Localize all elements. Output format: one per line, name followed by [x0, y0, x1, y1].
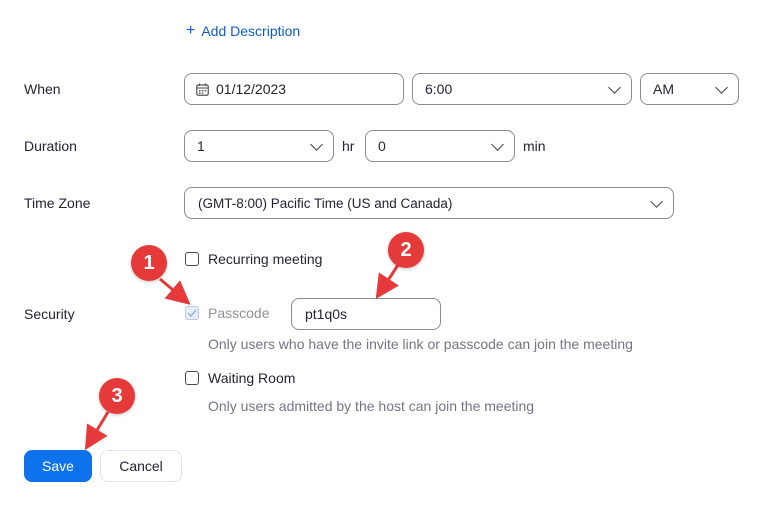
annotation-arrow-2 — [375, 264, 400, 300]
annotation-arrow-1 — [159, 277, 191, 305]
annotation-badge-1: 1 — [131, 245, 167, 281]
annotation-arrows — [84, 264, 400, 451]
annotation-badge-3: 3 — [99, 378, 135, 414]
annotation-arrow-3 — [84, 411, 110, 451]
annotation-badge-2: 2 — [388, 232, 424, 268]
